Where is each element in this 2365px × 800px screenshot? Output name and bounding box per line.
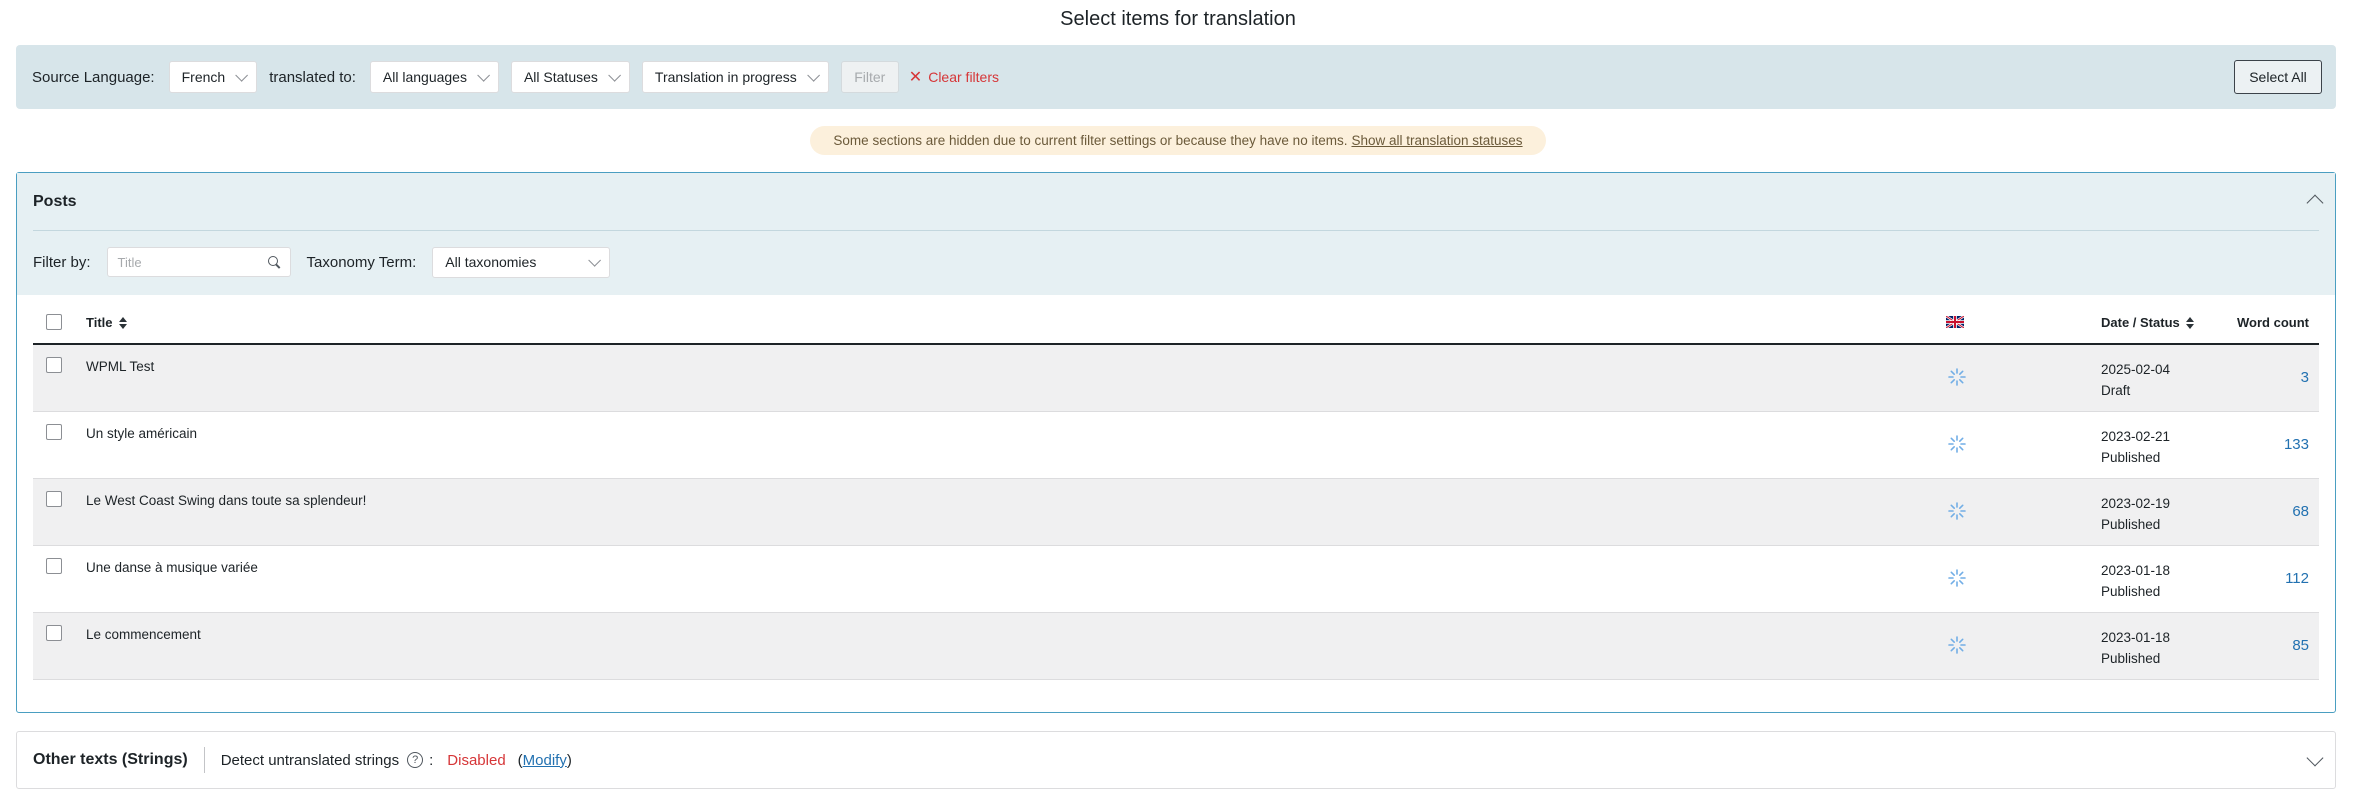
search-placeholder: Title [117, 254, 142, 270]
filter-bar: Source Language: French translated to: A… [16, 45, 2336, 109]
taxonomy-select[interactable]: All taxonomies [432, 246, 611, 278]
show-all-statuses-link[interactable]: Show all translation statuses [1351, 133, 1522, 148]
strings-title: Other texts (Strings) [33, 747, 205, 773]
table-row: WPML Test 2025-02-04 Draft 3 [33, 345, 2319, 412]
chevron-down-icon [588, 253, 602, 267]
posts-table: Title Date / Status Word count WPML Test [33, 295, 2319, 680]
row-status: Published [2101, 450, 2161, 465]
row-word-count[interactable]: 68 [2292, 503, 2309, 520]
table-row: Une danse à musique variée 2023-01-18 Pu… [33, 546, 2319, 613]
row-word-count[interactable]: 3 [2301, 369, 2309, 386]
row-checkbox[interactable] [46, 357, 62, 373]
row-date-status: 2023-01-18 Published [2101, 560, 2170, 602]
word-count-column-header: Word count [2237, 315, 2309, 330]
row-status: Draft [2101, 383, 2131, 398]
translation-status-value: Translation in progress [654, 69, 797, 85]
posts-title: Posts [33, 193, 77, 210]
title-column-header[interactable]: Title [86, 315, 127, 330]
row-title: WPML Test [86, 359, 155, 374]
row-status: Published [2101, 584, 2161, 599]
notice-text: Some sections are hidden due to current … [833, 133, 1348, 148]
sort-icon [118, 316, 127, 329]
row-date-status: 2025-02-04 Draft [2101, 359, 2170, 401]
table-row: Le West Coast Swing dans toute sa splend… [33, 479, 2319, 546]
source-language-select[interactable]: French [168, 61, 258, 93]
detect-strings-row: Detect untranslated strings ? : Disabled… [221, 752, 572, 769]
row-date: 2023-01-18 [2101, 563, 2171, 578]
uk-flag-icon [1946, 316, 1964, 328]
close-icon: ✕ [908, 69, 923, 86]
status-disabled: Disabled [447, 751, 506, 769]
target-language-select[interactable]: All languages [369, 61, 499, 93]
status-select[interactable]: All Statuses [510, 61, 630, 93]
row-title: Le commencement [86, 627, 201, 642]
row-date: 2023-02-19 [2101, 496, 2171, 511]
filter-by-label: Filter by: [33, 253, 91, 271]
date-status-column-header[interactable]: Date / Status [2101, 315, 2194, 330]
divider [33, 230, 2319, 231]
loading-spinner-icon [1948, 368, 1966, 386]
posts-filter-row: Filter by: Title Taxonomy Term: All taxo… [33, 246, 611, 278]
taxonomy-value: All taxonomies [445, 254, 537, 270]
search-icon [267, 256, 280, 268]
title-column-label: Title [86, 315, 113, 330]
page-title: Select items for translation [1060, 8, 1296, 30]
chevron-down-icon [477, 68, 490, 82]
loading-spinner-icon [1948, 569, 1966, 587]
table-header: Title Date / Status Word count [33, 295, 2319, 345]
row-checkbox[interactable] [46, 424, 62, 440]
status-value: All Statuses [523, 69, 598, 85]
title-search-input[interactable]: Title [106, 247, 291, 277]
filter-notice: Some sections are hidden due to current … [810, 126, 1546, 155]
strings-panel: Other texts (Strings) Detect untranslate… [16, 731, 2336, 789]
translated-to-label: translated to: [269, 68, 356, 86]
source-language-value: French [181, 69, 226, 85]
detect-colon: : [429, 751, 434, 769]
sort-icon [2185, 316, 2194, 329]
row-title: Une danse à musique variée [86, 560, 258, 575]
row-title: Un style américain [86, 426, 198, 441]
row-status: Published [2101, 517, 2161, 532]
modify-link[interactable]: Modify [523, 752, 567, 769]
chevron-down-icon[interactable] [2306, 749, 2324, 767]
modify-paren-close: ) [566, 751, 572, 769]
clear-filters-link[interactable]: ✕ Clear filters [909, 67, 999, 87]
row-date-status: 2023-01-18 Published [2101, 627, 2170, 669]
row-word-count[interactable]: 85 [2292, 637, 2309, 654]
loading-spinner-icon [1948, 636, 1966, 654]
chevron-down-icon [235, 68, 249, 82]
table-row: Un style américain 2023-02-21 Published … [33, 412, 2319, 479]
row-title: Le West Coast Swing dans toute sa splend… [86, 493, 367, 508]
posts-panel: Posts Filter by: Title Taxonomy Term: Al… [16, 172, 2336, 713]
row-word-count[interactable]: 133 [2284, 436, 2309, 453]
row-date-status: 2023-02-21 Published [2101, 426, 2170, 468]
row-date: 2025-02-04 [2101, 362, 2171, 377]
target-language-value: All languages [382, 69, 467, 85]
translation-status-select[interactable]: Translation in progress [641, 61, 829, 93]
chevron-up-icon[interactable] [2306, 194, 2324, 212]
filter-button[interactable]: Filter [840, 61, 899, 93]
row-checkbox[interactable] [46, 625, 62, 641]
select-all-checkbox[interactable] [46, 314, 62, 330]
row-checkbox[interactable] [46, 491, 62, 507]
loading-spinner-icon [1948, 502, 1966, 520]
table-row: Le commencement 2023-01-18 Published 85 [33, 613, 2319, 680]
detect-strings-label: Detect untranslated strings [220, 751, 400, 769]
help-icon[interactable]: ? [407, 752, 424, 768]
taxonomy-label: Taxonomy Term: [306, 253, 417, 271]
chevron-down-icon [608, 68, 621, 82]
select-all-button[interactable]: Select All [2234, 60, 2322, 94]
source-language-label: Source Language: [32, 68, 155, 86]
row-word-count[interactable]: 112 [2285, 570, 2309, 587]
clear-filters-label: Clear filters [928, 69, 999, 85]
row-checkbox[interactable] [46, 558, 62, 574]
row-status: Published [2101, 651, 2161, 666]
posts-header: Posts Filter by: Title Taxonomy Term: Al… [17, 173, 2335, 295]
row-date: 2023-02-21 [2101, 429, 2171, 444]
row-date-status: 2023-02-19 Published [2101, 493, 2170, 535]
chevron-down-icon [807, 68, 820, 82]
date-status-column-label: Date / Status [2101, 315, 2180, 330]
loading-spinner-icon [1948, 435, 1966, 453]
row-date: 2023-01-18 [2101, 630, 2171, 645]
